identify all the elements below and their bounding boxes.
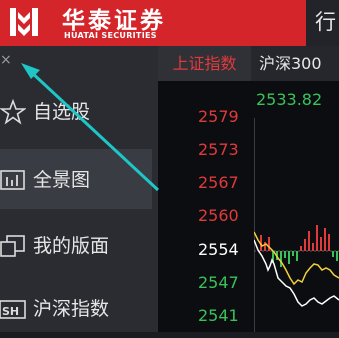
price-line: [254, 239, 339, 307]
layout-icon: [0, 235, 25, 257]
sidebar-item-panorama[interactable]: 全景图: [0, 149, 152, 209]
y-axis-label: 2567: [198, 173, 239, 192]
huatai-logo-icon: [6, 4, 42, 40]
intraday-chart: [254, 118, 339, 332]
sidebar-item-label: 我的版面: [33, 235, 110, 257]
y-axis-label: 2560: [198, 206, 239, 225]
sh-index-icon: SH: [0, 300, 26, 319]
bar-chart-icon: [0, 170, 25, 190]
brand-name-cn: 华泰证券: [62, 8, 166, 34]
close-icon[interactable]: ×: [0, 53, 12, 67]
sidebar-item-sh-sz-index[interactable]: SH 沪深指数: [0, 278, 152, 338]
brand-name-en: HUATAI SECURITIES: [64, 31, 157, 40]
tab-csi300[interactable]: 沪深300: [259, 46, 322, 81]
chart-panel: 上证指数 沪深300 2533.82 2579 2573 2567 2560 2…: [158, 46, 339, 332]
y-axis-label: 2573: [198, 140, 239, 159]
top-right-menu[interactable]: 行: [306, 0, 339, 46]
sidebar-item-label: 沪深指数: [33, 298, 110, 320]
header-bar: 华泰证券 HUATAI SECURITIES 行: [0, 0, 339, 46]
y-axis-label: 2547: [198, 273, 239, 292]
y-axis-label: 2541: [198, 306, 239, 325]
y-axis-label: 2579: [198, 107, 239, 126]
top-right-label: 行: [315, 10, 336, 34]
sidebar-item-label: 全景图: [33, 169, 91, 191]
y-axis-label: 2554: [198, 240, 239, 259]
tab-shanghai-composite[interactable]: 上证指数: [158, 46, 251, 81]
index-tab-bar: 上证指数 沪深300: [158, 46, 339, 81]
sidebar-item-label: 自选股: [33, 101, 91, 123]
sidebar-item-my-layout[interactable]: 我的版面: [0, 215, 152, 275]
star-icon: [0, 99, 26, 125]
sidebar: × 自选股 全景图 我的版面 SH 沪深指数: [0, 46, 158, 332]
svg-text:SH: SH: [2, 305, 19, 318]
chart-top-price: 2533.82: [256, 90, 323, 109]
sidebar-item-watchlist[interactable]: 自选股: [0, 81, 152, 141]
